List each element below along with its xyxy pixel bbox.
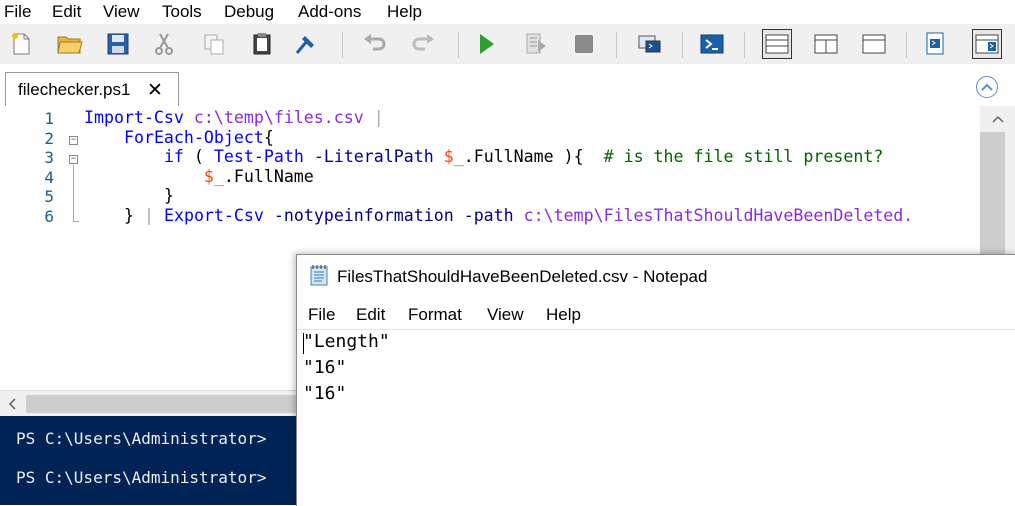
token-cmdlet: Test-Path (213, 147, 304, 166)
clear-console-icon[interactable] (292, 30, 320, 58)
code-line-2: ForEach-Object{ (84, 128, 274, 147)
paste-icon[interactable] (248, 30, 276, 58)
chevron-up-icon (981, 83, 993, 91)
menu-view[interactable]: View (103, 2, 140, 22)
token-comment: # is the file still present? (603, 147, 884, 166)
text-line: "Length" (303, 331, 390, 352)
menu-debug[interactable]: Debug (224, 2, 274, 22)
scroll-thumb[interactable] (26, 395, 296, 413)
token-member: .FullName (463, 147, 554, 166)
token-brace: } (123, 206, 134, 225)
toolbar-separator (744, 32, 745, 58)
menu-view[interactable]: View (487, 305, 524, 325)
notepad-menu-bar: File Edit Format View Help (297, 301, 1015, 330)
editor-horizontal-scrollbar[interactable] (0, 390, 300, 417)
token-paren: ){ (563, 147, 584, 166)
text-line: "16" (303, 383, 347, 404)
code-line-4: $_.FullName (84, 167, 314, 186)
toolbar-separator (906, 32, 907, 58)
open-folder-icon[interactable] (56, 30, 84, 58)
token-parameter: -path (463, 206, 514, 225)
code-line-6: } | Export-Csv -notypeinformation -path … (84, 206, 913, 225)
show-script-pane-icon[interactable] (922, 30, 950, 58)
token-variable: $_ (443, 147, 464, 166)
fold-guide-end (73, 221, 79, 222)
menu-edit[interactable]: Edit (356, 305, 385, 325)
token-argument: c:\temp\files.csv (193, 108, 364, 127)
collapse-icon[interactable]: − (69, 136, 78, 145)
fold-guide (73, 165, 74, 221)
code-line-3: if ( Test-Path -LiteralPath $_.FullName … (84, 147, 883, 166)
script-tab-strip: filechecker.ps1 ✕ (0, 64, 1015, 107)
token-parameter: -LiteralPath (313, 147, 434, 166)
menu-format[interactable]: Format (408, 305, 462, 325)
token-cmdlet: ForEach-Object (123, 128, 264, 147)
tab-label: filechecker.ps1 (18, 80, 131, 99)
line-number: 5 (44, 187, 54, 206)
stop-icon[interactable] (570, 30, 598, 58)
token-keyword: if (163, 147, 184, 166)
console-pane[interactable]: PS C:\Users\Administrator> PS C:\Users\A… (0, 416, 300, 505)
menu-edit[interactable]: Edit (52, 2, 81, 22)
run-script-icon[interactable] (472, 30, 500, 58)
collapse-icon[interactable]: − (69, 155, 78, 164)
token-pipe: | (373, 108, 384, 127)
menu-tools[interactable]: Tools (162, 2, 202, 22)
token-cmdlet: Export-Csv (163, 206, 264, 225)
chevron-left-icon[interactable] (2, 395, 22, 413)
collapse-script-pane-button[interactable] (976, 76, 998, 98)
toolbar-separator (458, 32, 459, 58)
toolbar-separator (682, 32, 683, 58)
token-paren: ( (193, 147, 204, 166)
line-number: 4 (44, 168, 54, 187)
menu-file[interactable]: File (308, 305, 335, 325)
close-icon[interactable]: ✕ (147, 79, 163, 102)
redo-icon[interactable] (410, 30, 438, 58)
show-script-right-icon[interactable] (812, 30, 840, 58)
token-brace: } (163, 186, 174, 205)
text-line: "16" (303, 357, 347, 378)
token-brace: { (263, 128, 274, 147)
token-argument: c:\temp\FilesThatShouldHaveBeenDeleted. (523, 206, 914, 225)
console-prompt: PS C:\Users\Administrator> (16, 429, 267, 448)
notepad-window: FilesThatShouldHaveBeenDeleted.csv - Not… (296, 254, 1015, 506)
token-variable: $_ (203, 167, 224, 186)
token-parameter: -notypeinformation (273, 206, 454, 225)
code-line-1: Import-Csv c:\temp\files.csv | (84, 108, 384, 127)
toolbar-separator (342, 32, 343, 58)
tab-filechecker[interactable]: filechecker.ps1 ✕ (5, 72, 179, 106)
token-member: .FullName (223, 167, 314, 186)
token-pipe: | (143, 206, 154, 225)
remote-powershell-icon[interactable] (636, 30, 664, 58)
notepad-icon (309, 264, 329, 286)
new-file-icon[interactable] (8, 30, 36, 58)
window-title: FilesThatShouldHaveBeenDeleted.csv - Not… (337, 267, 708, 286)
menu-add-ons[interactable]: Add-ons (298, 2, 361, 22)
toolbar (0, 24, 1015, 64)
code-line-5: } (84, 186, 174, 205)
line-number: 2 (44, 129, 54, 148)
line-number: 1 (44, 109, 54, 128)
menu-help[interactable]: Help (546, 305, 581, 325)
undo-icon[interactable] (360, 30, 388, 58)
copy-icon[interactable] (200, 30, 228, 58)
start-powershell-icon[interactable] (698, 30, 726, 58)
show-script-top-icon[interactable] (762, 29, 792, 59)
line-number: 6 (44, 207, 54, 226)
token-cmdlet: Import-Csv (84, 108, 184, 127)
cut-icon[interactable] (150, 30, 178, 58)
ise-menu-bar: File Edit View Tools Debug Add-ons Help (0, 0, 1015, 24)
chevron-up-icon[interactable] (980, 106, 1015, 132)
line-number: 3 (44, 148, 54, 167)
show-script-maximized-icon[interactable] (860, 30, 888, 58)
run-selection-icon[interactable] (522, 30, 550, 58)
show-commands-icon[interactable] (972, 29, 1002, 59)
menu-file[interactable]: File (4, 2, 31, 22)
toolbar-separator (616, 32, 617, 58)
save-icon[interactable] (104, 30, 132, 58)
menu-help[interactable]: Help (387, 2, 422, 22)
console-prompt: PS C:\Users\Administrator> (16, 468, 267, 487)
